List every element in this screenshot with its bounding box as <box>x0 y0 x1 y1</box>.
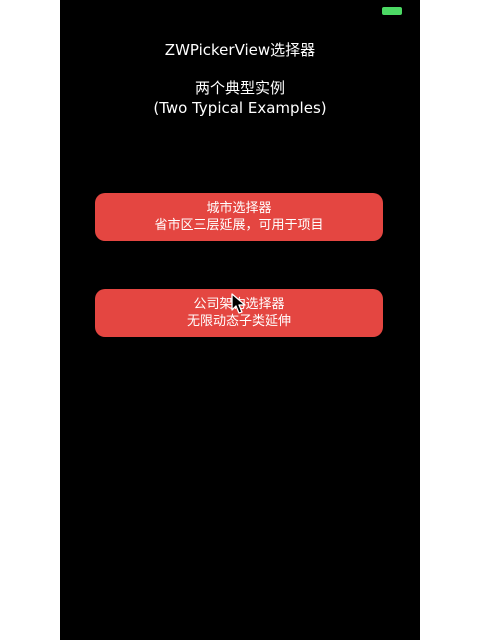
subtitle-chinese: 两个典型实例 <box>194 79 285 97</box>
mouse-pointer-icon <box>231 293 246 314</box>
phone-screen: ZWPickerView选择器 两个典型实例 (Two Typical Exam… <box>60 0 420 640</box>
city-picker-button[interactable]: 城市选择器 省市区三层延展，可用于项目 <box>95 193 383 241</box>
city-picker-button-title: 城市选择器 <box>206 201 272 216</box>
status-bar <box>60 0 420 22</box>
org-structure-picker-button-description: 无限动态子类延伸 <box>186 314 291 329</box>
subtitle-english: (Two Typical Examples) <box>153 99 327 117</box>
page-title: ZWPickerView选择器 <box>164 41 316 59</box>
battery-icon <box>382 7 402 15</box>
page-subtitle: 两个典型实例 (Two Typical Examples) <box>60 78 420 118</box>
city-picker-button-description: 省市区三层延展，可用于项目 <box>154 218 324 233</box>
